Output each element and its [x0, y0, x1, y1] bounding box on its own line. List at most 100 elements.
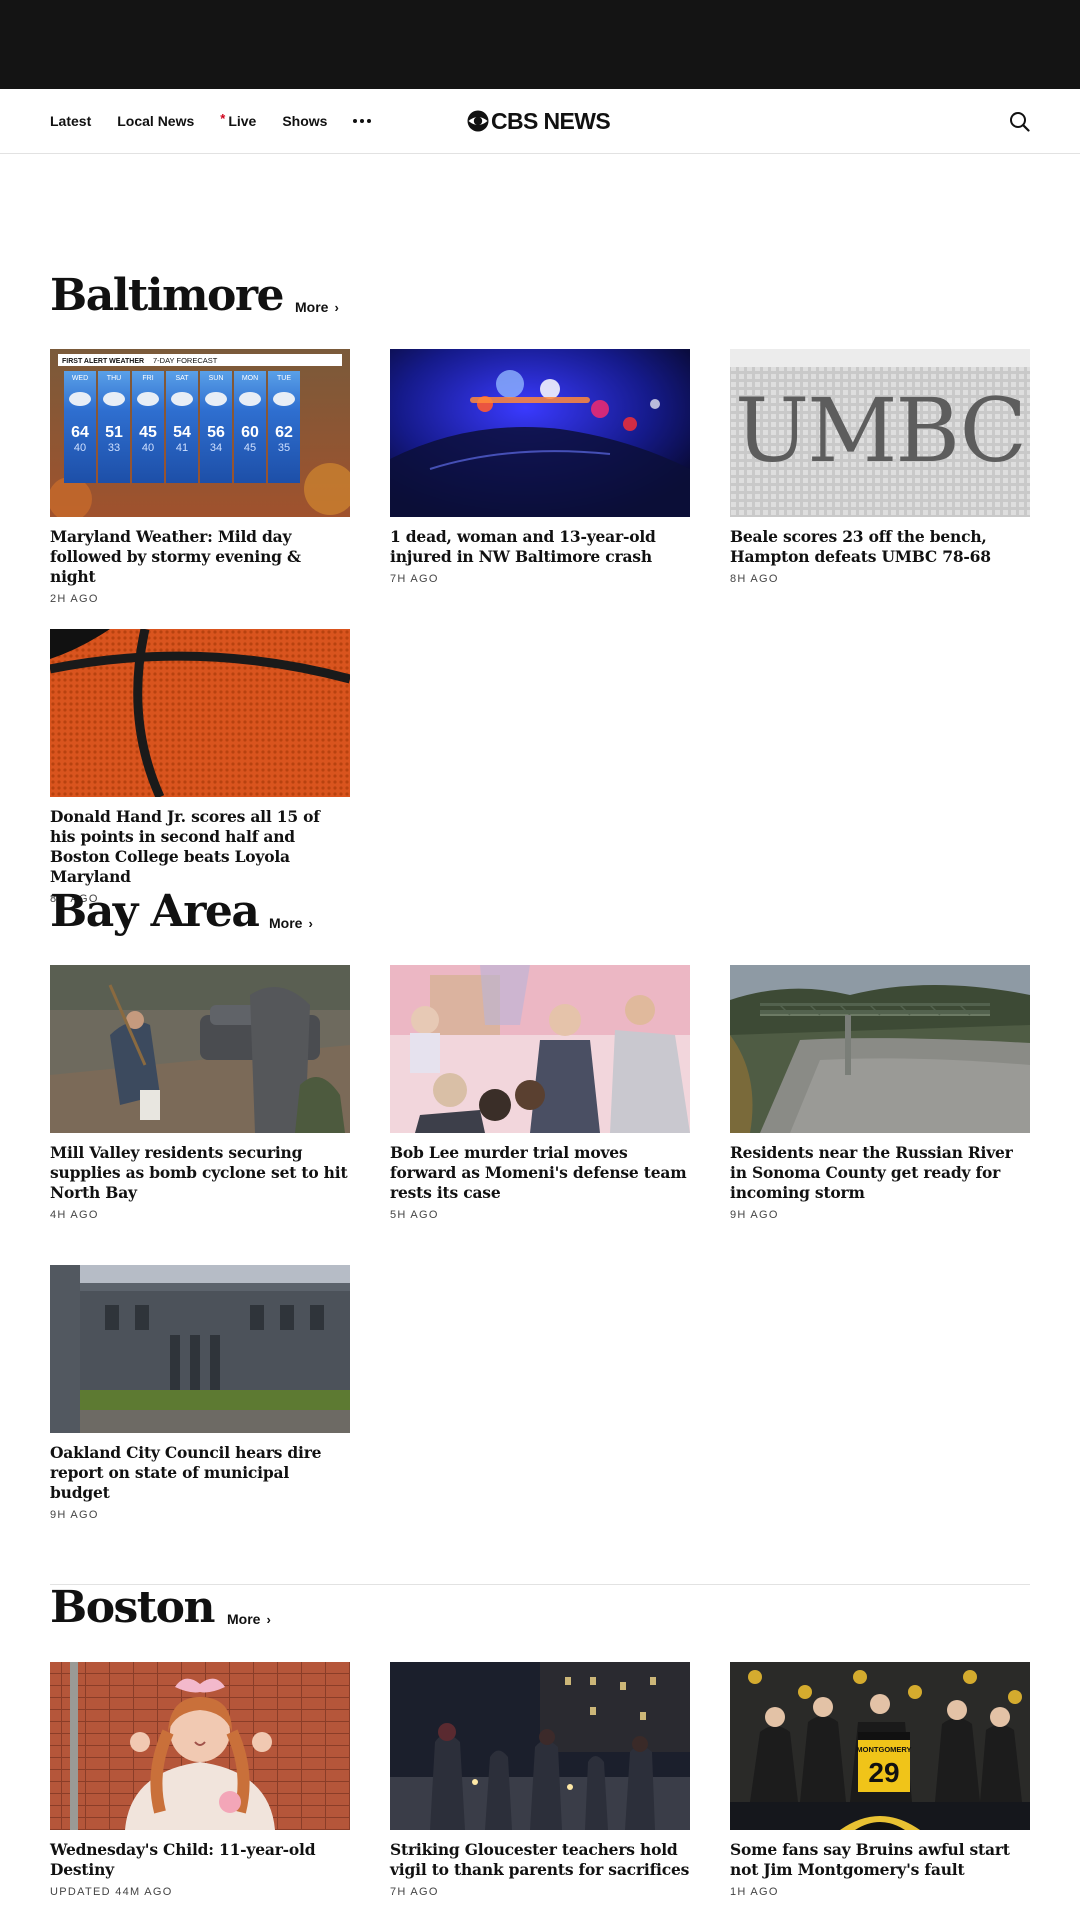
forecast-low-temp: 40 — [74, 442, 86, 454]
city-hall-image — [50, 1265, 350, 1433]
cloud-icon — [239, 392, 261, 406]
article-thumbnail — [50, 1662, 350, 1830]
forecast-banner-right: 7-DAY FORECAST — [153, 356, 218, 365]
article-timestamp: 9H AGO — [50, 1509, 99, 1521]
site-navbar: Latest Local News * Live Shows CBS NEWS — [0, 89, 1080, 154]
cloud-icon — [205, 392, 227, 406]
forecast-high-temp: 51 — [105, 424, 123, 441]
article-card[interactable]: Wednesday's Child: 11-year-old Destiny U… — [50, 1662, 350, 1898]
chevron-right-icon: › — [308, 916, 313, 931]
article-headline: 1 dead, woman and 13-year-old injured in… — [390, 527, 656, 566]
primary-nav: Latest Local News * Live Shows — [50, 89, 374, 153]
article-thumbnail: MONTGOMERY 29 — [730, 1662, 1030, 1830]
nav-live[interactable]: * Live — [220, 110, 257, 130]
baltimore-more-link[interactable]: More › — [295, 299, 339, 315]
section-title-baltimore: Baltimore — [50, 270, 285, 321]
top-ad-band — [0, 0, 1080, 89]
cbs-eye-icon — [467, 110, 489, 132]
article-card[interactable]: Mill Valley residents securing supplies … — [50, 965, 350, 1221]
article-card[interactable]: Bob Lee murder trial moves forward as Mo… — [390, 965, 690, 1221]
forecast-day-label: MON — [242, 375, 258, 382]
article-card[interactable]: Donald Hand Jr. scores all 15 of his poi… — [50, 629, 350, 905]
forecast-day-column: WED 6440 — [64, 371, 96, 483]
police-lights-image — [390, 349, 690, 517]
article-card[interactable]: Residents near the Russian River in Sono… — [730, 965, 1030, 1221]
article-timestamp: 4H AGO — [50, 1209, 99, 1221]
forecast-low-temp: 33 — [108, 442, 120, 454]
forecast-high-temp: 54 — [173, 424, 191, 441]
bay-area-more-link[interactable]: More › — [269, 915, 313, 931]
article-timestamp: 7H AGO — [390, 573, 439, 585]
search-button[interactable] — [1008, 110, 1032, 134]
sandbags-image — [50, 965, 350, 1133]
forecast-day-label: TUE — [277, 375, 291, 382]
article-headline: Some fans say Bruins awful start not Jim… — [730, 1840, 1010, 1879]
forecast-day-column: TUE 6235 — [268, 371, 300, 483]
boston-more-link[interactable]: More › — [227, 1611, 271, 1627]
press-conference-image: MONTGOMERY 29 — [730, 1662, 1030, 1830]
courtroom-sketch-image — [390, 965, 690, 1133]
forecast-low-temp: 40 — [142, 442, 154, 454]
forecast-day-column: FRI 4540 — [132, 371, 164, 483]
nav-latest[interactable]: Latest — [50, 113, 91, 129]
forecast-low-temp: 41 — [176, 442, 188, 454]
nav-shows[interactable]: Shows — [282, 113, 327, 129]
article-card[interactable]: MONTGOMERY 29 Some fans say Bruins awful… — [730, 1662, 1030, 1898]
article-thumbnail — [390, 965, 690, 1133]
article-card[interactable]: UMBC Beale scores 23 off the bench, Hamp… — [730, 349, 1030, 585]
forecast-high-temp: 56 — [207, 424, 225, 441]
river-bridge-image — [730, 965, 1030, 1133]
article-headline: Bob Lee murder trial moves forward as Mo… — [390, 1143, 687, 1202]
nav-live-label: Live — [228, 113, 257, 129]
article-thumbnail — [50, 1265, 350, 1433]
article-timestamp: UPDATED 44M AGO — [50, 1886, 173, 1898]
forecast-day-label: FRI — [142, 375, 153, 382]
umbc-sign-image: UMBC — [730, 349, 1030, 517]
cbs-news-logo[interactable]: CBS NEWS — [467, 107, 611, 135]
article-headline: Oakland City Council hears dire report o… — [50, 1443, 322, 1502]
umbc-sign-text: UMBC — [735, 379, 1025, 482]
forecast-day-label: THU — [107, 375, 121, 382]
cloud-icon — [69, 392, 91, 406]
search-icon — [1010, 112, 1030, 132]
article-card[interactable]: Striking Gloucester teachers hold vigil … — [390, 1662, 690, 1898]
jersey-name: MONTGOMERY — [856, 1745, 911, 1754]
chevron-right-icon: › — [266, 1612, 271, 1627]
girl-portrait-image — [50, 1662, 350, 1830]
article-thumbnail — [50, 629, 350, 797]
live-indicator-icon: * — [220, 110, 226, 126]
logo-text: CBS NEWS — [491, 107, 611, 134]
night-vigil-image — [390, 1662, 690, 1830]
chevron-right-icon: › — [334, 300, 339, 315]
article-headline: Mill Valley residents securing supplies … — [50, 1143, 348, 1202]
article-timestamp: 5H AGO — [390, 1209, 439, 1221]
article-headline: Maryland Weather: Mild day followed by s… — [50, 527, 301, 586]
forecast-banner-left: FIRST ALERT WEATHER — [62, 358, 144, 365]
article-headline: Striking Gloucester teachers hold vigil … — [390, 1840, 690, 1879]
article-card[interactable]: 1 dead, woman and 13-year-old injured in… — [390, 349, 690, 585]
more-dots-icon[interactable] — [353, 113, 374, 129]
forecast-day-label: WED — [72, 375, 88, 382]
forecast-day-label: SUN — [209, 375, 224, 382]
article-timestamp: 1H AGO — [730, 1886, 779, 1898]
section-title-bay-area: Bay Area — [50, 886, 260, 937]
article-timestamp: 2H AGO — [50, 593, 99, 605]
forecast-day-column: MON 6045 — [234, 371, 266, 483]
forecast-high-temp: 60 — [241, 424, 259, 441]
forecast-day-column: THU 5133 — [98, 371, 130, 483]
article-timestamp: 9H AGO — [730, 1209, 779, 1221]
cloud-icon — [137, 392, 159, 406]
cloud-icon — [103, 392, 125, 406]
nav-local-news[interactable]: Local News — [117, 113, 194, 129]
article-thumbnail — [390, 1662, 690, 1830]
article-timestamp: 8H AGO — [730, 573, 779, 585]
article-card[interactable]: Oakland City Council hears dire report o… — [50, 1265, 350, 1521]
forecast-day-column: SUN 5634 — [200, 371, 232, 483]
article-headline: Wednesday's Child: 11-year-old Destiny — [50, 1840, 316, 1879]
cloud-icon — [171, 392, 193, 406]
article-headline: Residents near the Russian River in Sono… — [730, 1143, 1013, 1202]
article-headline: Beale scores 23 off the bench, Hampton d… — [730, 527, 991, 566]
article-card[interactable]: FIRST ALERT WEATHER 7-DAY FORECAST WED 64… — [50, 349, 350, 605]
forecast-high-temp: 64 — [71, 424, 89, 441]
forecast-high-temp: 62 — [275, 424, 293, 441]
